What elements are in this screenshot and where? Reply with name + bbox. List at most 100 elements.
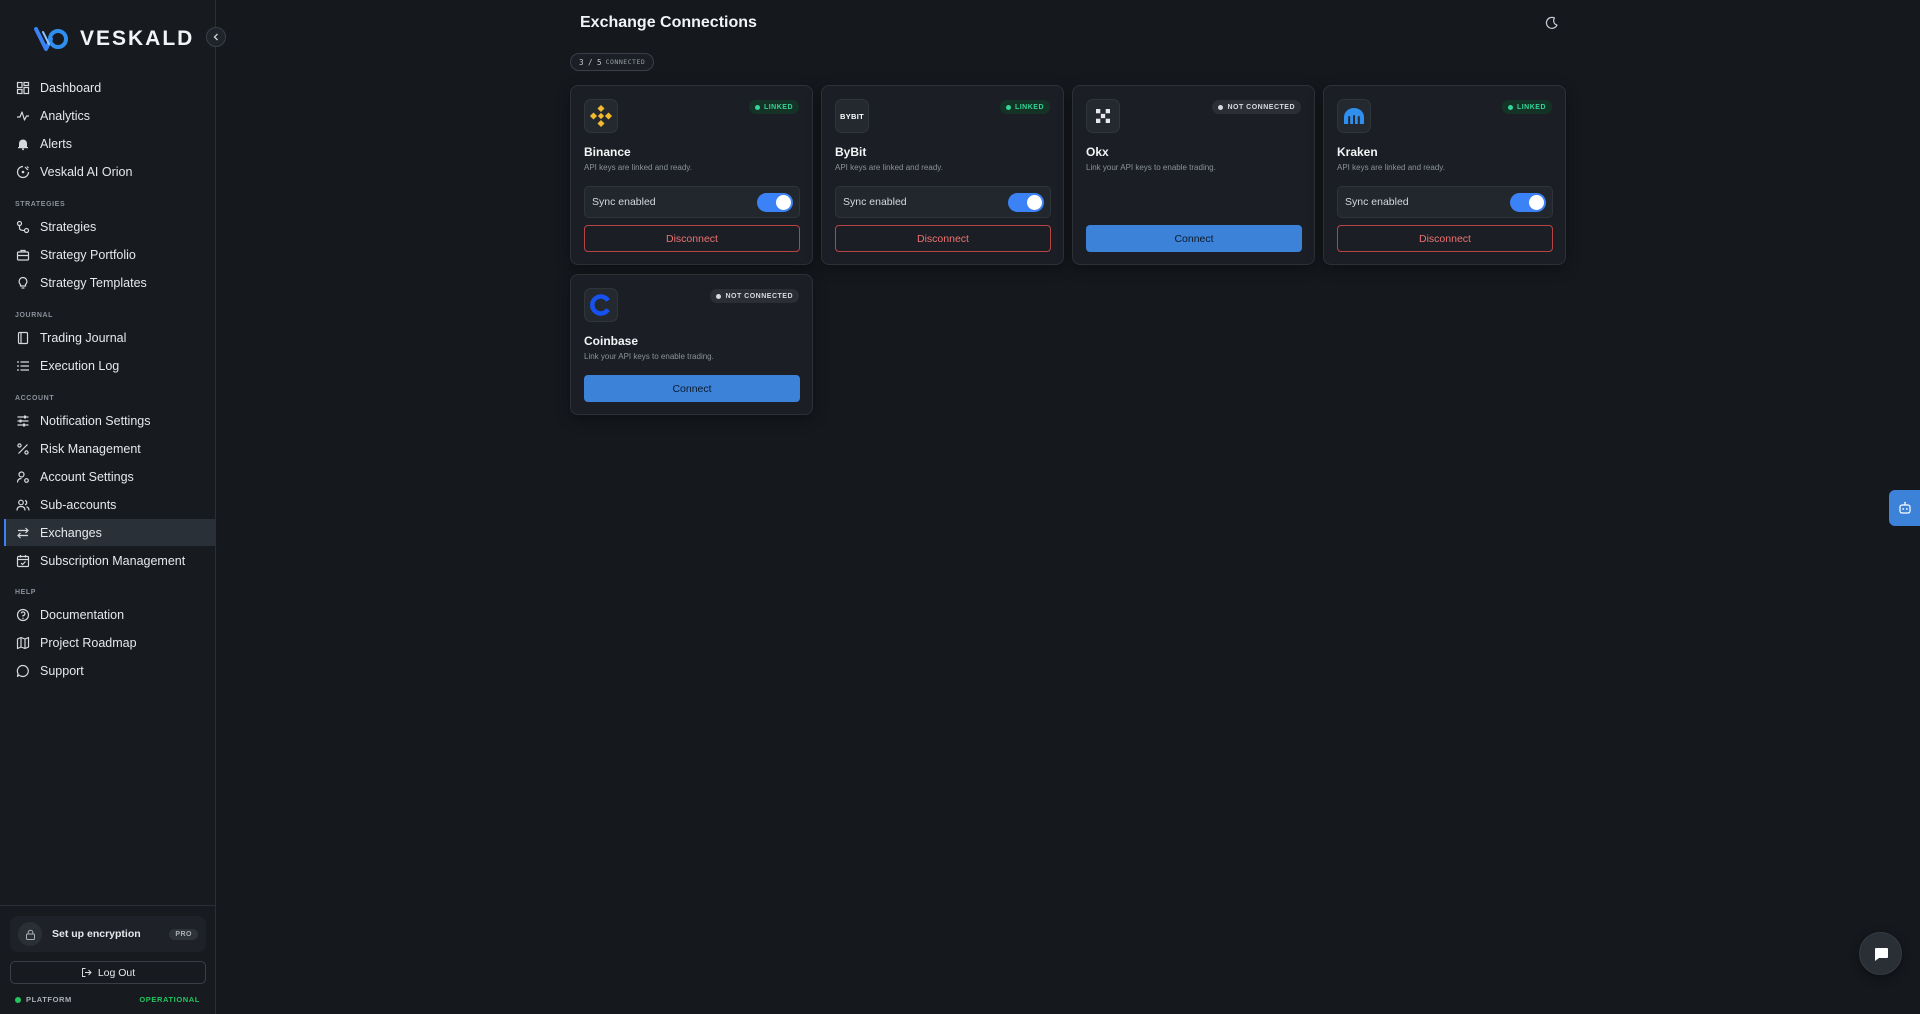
coinbase-logo-icon <box>584 288 618 322</box>
sidebar-item-strategy-portfolio[interactable]: Strategy Portfolio <box>4 242 216 268</box>
connect-button[interactable]: Connect <box>584 375 800 402</box>
logout-label: Log Out <box>97 966 136 979</box>
sidebar-item-label: Alerts <box>40 137 72 151</box>
exchange-card-kraken: LINKED Kraken API keys are linked and re… <box>1323 85 1566 265</box>
status-dot <box>1005 104 1011 110</box>
exchange-description: API keys are linked and ready. <box>835 163 943 172</box>
logout-button[interactable]: Log Out <box>10 961 206 984</box>
sync-label: Sync enabled <box>592 196 656 208</box>
section-label-journal: JOURNAL <box>15 312 54 319</box>
sidebar-item-subscription-management[interactable]: Subscription Management <box>4 548 216 574</box>
sidebar-item-label: Account Settings <box>40 470 134 484</box>
platform-status-value: OPERATIONAL <box>139 995 200 1004</box>
orion-icon <box>16 165 30 179</box>
kraken-logo-icon <box>1337 99 1371 133</box>
chat-launcher-button[interactable] <box>1859 932 1902 975</box>
assistant-side-tab[interactable] <box>1889 490 1920 526</box>
sidebar-item-exchanges[interactable]: Exchanges <box>4 519 216 546</box>
sidebar-item-label: Trading Journal <box>40 331 127 345</box>
sidebar: VESKALD Dashboard Analytics Alerts Veska… <box>0 0 226 1014</box>
status-badge: NOT CONNECTED <box>1212 100 1301 114</box>
sidebar-item-alerts[interactable]: Alerts <box>4 131 216 157</box>
section-label-account: ACCOUNT <box>15 395 55 402</box>
chevron-left-icon <box>213 33 218 41</box>
map-icon <box>16 636 30 650</box>
theme-toggle-button[interactable] <box>1545 16 1559 30</box>
toggle-knob <box>1027 194 1042 210</box>
sidebar-item-trading-journal[interactable]: Trading Journal <box>4 325 216 351</box>
sidebar-item-strategies[interactable]: Strategies <box>4 214 216 240</box>
dashboard-icon <box>16 81 30 95</box>
chat-bubble-icon <box>16 664 29 678</box>
sidebar-item-label: Sub-accounts <box>40 498 117 512</box>
collapse-sidebar-button[interactable] <box>206 27 226 47</box>
disconnect-button[interactable]: Disconnect <box>584 225 800 252</box>
sidebar-item-strategy-templates[interactable]: Strategy Templates <box>4 270 216 296</box>
brand-logo[interactable]: VESKALD <box>34 26 194 52</box>
moon-icon <box>1545 16 1558 29</box>
sidebar-item-risk-management[interactable]: Risk Management <box>4 436 216 462</box>
sidebar-item-documentation[interactable]: Documentation <box>4 602 216 628</box>
status-badge: LINKED <box>999 100 1050 114</box>
bybit-logo-icon: BYBIT <box>835 99 869 133</box>
disconnect-button[interactable]: Disconnect <box>1337 225 1553 252</box>
status-dot <box>754 104 760 110</box>
sidebar-item-label: Subscription Management <box>40 554 186 568</box>
logout-icon <box>81 968 92 977</box>
analytics-icon <box>17 111 29 121</box>
sidebar-item-label: Veskald AI Orion <box>40 165 133 179</box>
section-label-strategies: STRATEGIES <box>15 201 66 208</box>
okx-logo-icon <box>1086 99 1120 133</box>
question-icon <box>16 608 30 622</box>
briefcase-icon <box>16 249 30 261</box>
sidebar-item-project-roadmap[interactable]: Project Roadmap <box>4 630 216 656</box>
sidebar-item-execution-log[interactable]: Execution Log <box>4 353 216 379</box>
lightbulb-icon <box>18 276 28 289</box>
sidebar-item-label: Exchanges <box>40 525 102 540</box>
exchange-card-bybit: BYBIT LINKED ByBit API keys are linked a… <box>821 85 1064 265</box>
exchange-name: Kraken <box>1337 145 1378 159</box>
exchange-name: ByBit <box>835 145 867 159</box>
sync-label: Sync enabled <box>843 196 907 208</box>
sidebar-item-dashboard[interactable]: Dashboard <box>4 75 216 101</box>
status-dot <box>1507 104 1513 110</box>
sidebar-item-label: Execution Log <box>40 359 120 373</box>
connected-count: 3 / 5 <box>579 57 602 67</box>
bybit-logo-text: BYBIT <box>840 111 864 121</box>
exchange-card-coinbase: NOT CONNECTED Coinbase Link your API key… <box>570 274 813 415</box>
exchange-description: Link your API keys to enable trading. <box>584 352 714 361</box>
setup-encryption-card[interactable]: Set up encryption PRO <box>10 916 206 952</box>
sidebar-item-label: Strategies <box>40 220 97 234</box>
status-label: LINKED <box>763 103 793 111</box>
sidebar-item-analytics[interactable]: Analytics <box>4 103 216 129</box>
status-dot <box>1218 104 1224 110</box>
connect-button[interactable]: Connect <box>1086 225 1302 252</box>
sync-toggle[interactable] <box>1510 192 1546 212</box>
pro-badge: PRO <box>169 928 198 940</box>
exchange-card-okx: NOT CONNECTED Okx Link your API keys to … <box>1072 85 1315 265</box>
sync-toggle[interactable] <box>757 192 793 212</box>
veskald-logo-icon <box>34 27 68 51</box>
sync-toggle[interactable] <box>1008 192 1044 212</box>
status-label: LINKED <box>1014 103 1044 111</box>
status-label: LINKED <box>1516 103 1546 111</box>
disconnect-button[interactable]: Disconnect <box>835 225 1051 252</box>
bell-icon <box>18 139 28 151</box>
binance-logo-icon <box>584 99 618 133</box>
sidebar-item-label: Risk Management <box>40 442 141 456</box>
sidebar-item-sub-accounts[interactable]: Sub-accounts <box>4 492 216 518</box>
status-badge: LINKED <box>1501 100 1552 114</box>
exchange-name: Binance <box>584 145 631 159</box>
sidebar-item-support[interactable]: Support <box>4 658 216 684</box>
sidebar-item-notification-settings[interactable]: Notification Settings <box>4 408 216 434</box>
section-label-help: HELP <box>15 589 37 596</box>
percent-icon <box>17 443 29 455</box>
sidebar-item-label: Analytics <box>40 109 91 123</box>
platform-status: PLATFORM OPERATIONAL <box>15 995 200 1004</box>
sidebar-item-label: Project Roadmap <box>40 636 137 650</box>
sidebar-item-account-settings[interactable]: Account Settings <box>4 464 216 490</box>
sidebar-item-veskald-ai-orion[interactable]: Veskald AI Orion <box>4 159 216 185</box>
arrows-swap-icon <box>17 527 29 538</box>
sidebar-item-label: Documentation <box>40 608 125 622</box>
strategies-icon <box>16 220 30 234</box>
